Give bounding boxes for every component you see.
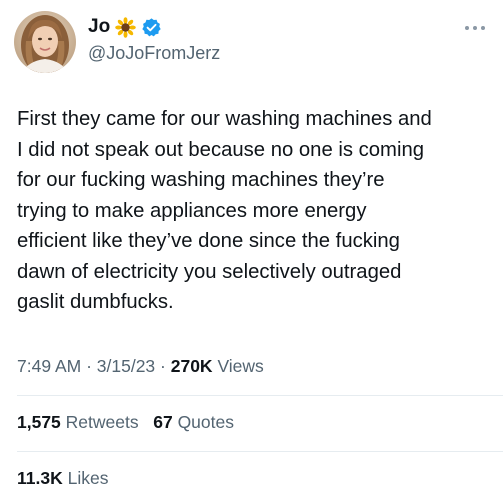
avatar-image — [14, 11, 76, 73]
verified-badge-icon[interactable] — [141, 17, 162, 38]
quotes-label: Quotes — [177, 412, 234, 432]
quotes-count: 67 — [153, 412, 173, 432]
author-handle[interactable]: @JoJoFromJerz — [88, 43, 220, 64]
views-label: Views — [212, 356, 264, 376]
divider — [17, 451, 503, 452]
likes-stat[interactable]: 11.3K Likes — [17, 468, 108, 488]
tweet-text: First they came for our washing machines… — [17, 108, 432, 313]
sunflower-icon — [115, 16, 136, 38]
retweets-stat[interactable]: 1,575 Retweets — [17, 412, 139, 432]
engagement-stats: 1,575 Retweets 67 Quotes — [17, 412, 234, 433]
avatar[interactable] — [14, 11, 76, 73]
tweet-card: Jo @JoJoFromJerz First they came for our… — [0, 0, 503, 500]
divider — [17, 395, 503, 396]
retweets-count: 1,575 — [17, 412, 61, 432]
tweet-meta: 7:49 AM · 3/15/23 · 270K Views — [17, 356, 264, 377]
likes-label: Likes — [67, 468, 109, 488]
views-count: 270K — [170, 356, 213, 376]
display-name[interactable]: Jo — [88, 16, 110, 38]
author-name-row: Jo — [88, 14, 162, 40]
tweet-date[interactable]: 3/15/23 — [97, 356, 155, 376]
more-options-icon[interactable] — [462, 22, 488, 34]
tweet-time[interactable]: 7:49 AM — [17, 356, 81, 376]
meta-separator: · — [81, 356, 97, 376]
meta-separator: · — [155, 356, 171, 376]
likes-count: 11.3K — [17, 468, 63, 488]
retweets-label: Retweets — [65, 412, 139, 432]
quotes-stat[interactable]: 67 Quotes — [153, 412, 234, 432]
likes-stat-row: 11.3K Likes — [17, 468, 108, 489]
